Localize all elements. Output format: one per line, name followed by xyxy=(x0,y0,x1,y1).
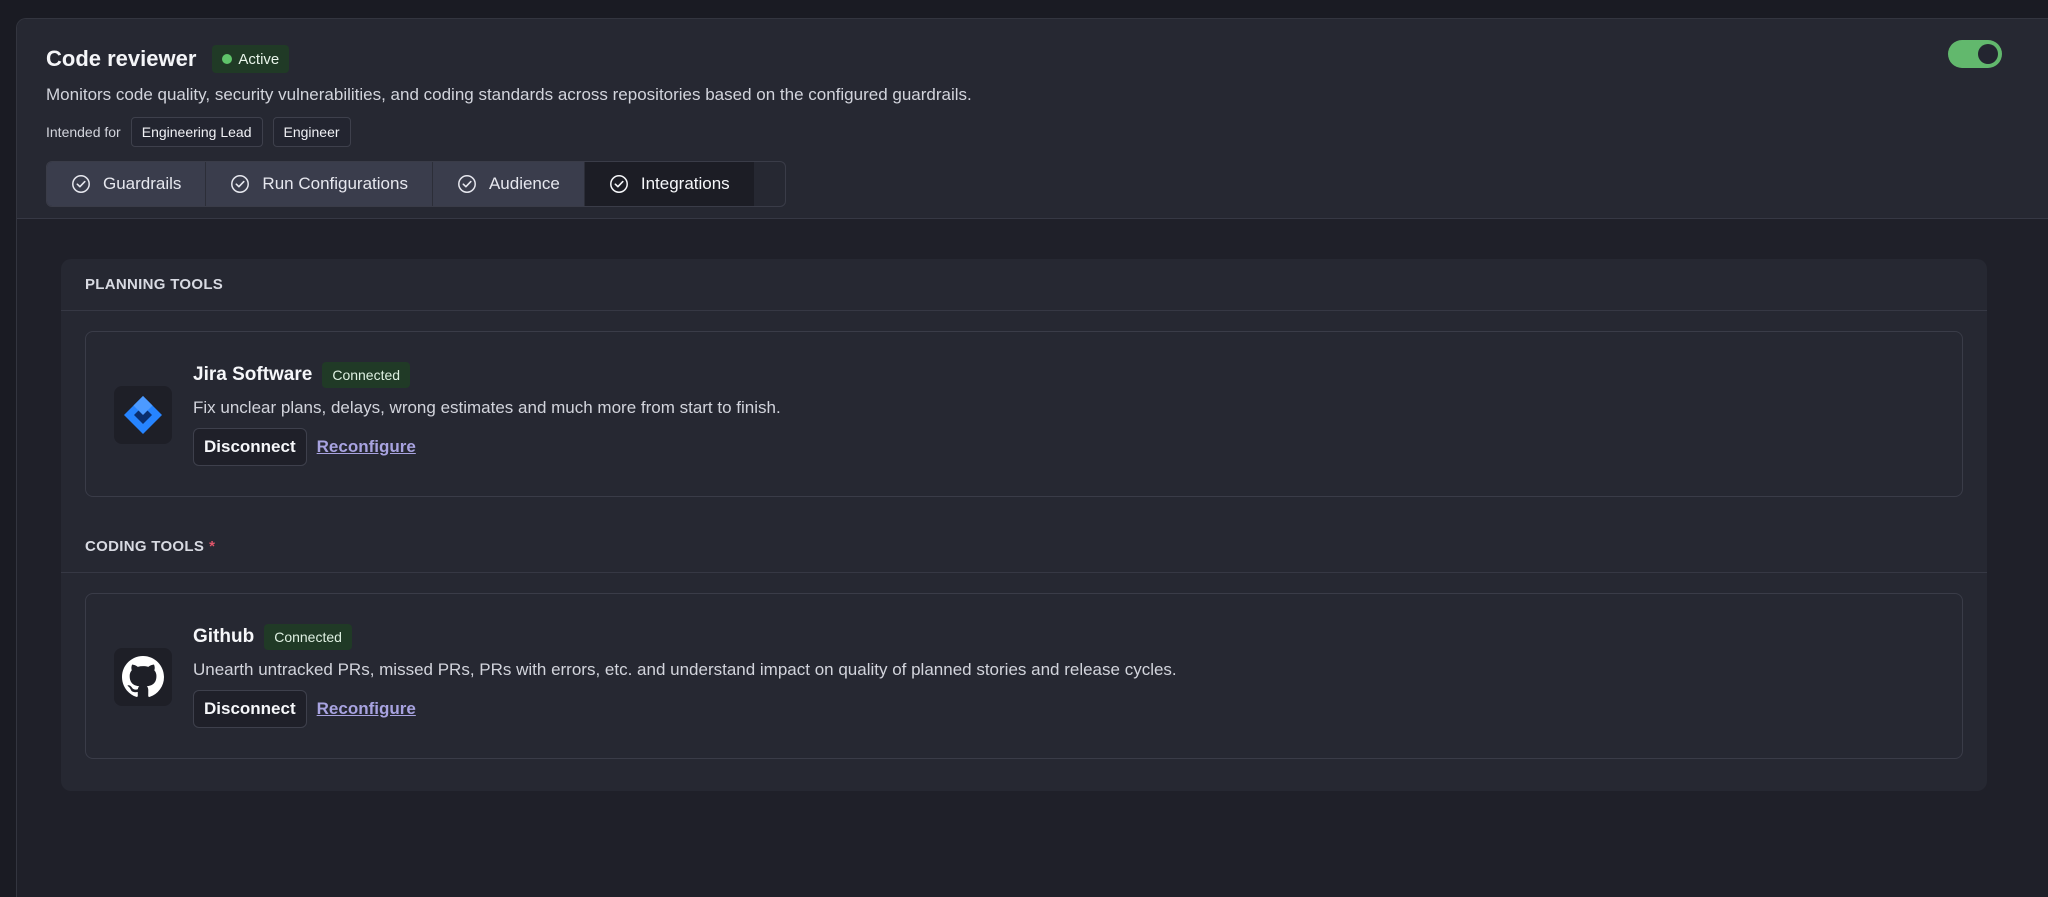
check-circle-icon xyxy=(609,175,628,193)
integrations-panel: PLANNING TOOLS Jira Software Connected F… xyxy=(61,259,1987,791)
intended-for-label: Intended for xyxy=(46,124,121,140)
integration-card-body: Github Connected Unearth untracked PRs, … xyxy=(193,622,1177,728)
intended-for-row: Intended for Engineering Lead Engineer xyxy=(46,117,2048,147)
role-chip-engineer: Engineer xyxy=(272,117,351,147)
agent-header: Code reviewer Active Monitors code quali… xyxy=(17,19,2048,219)
tab-audience[interactable]: Audience xyxy=(432,162,585,206)
role-chip-engineering-lead: Engineering Lead xyxy=(130,117,263,147)
tab-guardrails[interactable]: Guardrails xyxy=(47,162,207,206)
section-heading-coding-tools: CODING TOOLS * xyxy=(61,521,1987,573)
github-logo-svg xyxy=(122,656,164,697)
check-circle-icon xyxy=(72,175,90,193)
integration-actions: Disconnect Reconfigure xyxy=(193,428,781,466)
reconfigure-link[interactable]: Reconfigure xyxy=(317,437,416,457)
jira-logo-icon xyxy=(114,386,172,444)
integration-card-body: Jira Software Connected Fix unclear plan… xyxy=(193,360,781,466)
github-logo-icon xyxy=(114,648,172,706)
check-circle-icon xyxy=(231,175,250,193)
tab-label: Run Configurations xyxy=(262,174,408,193)
check-circle-icon xyxy=(458,175,476,193)
reconfigure-link[interactable]: Reconfigure xyxy=(317,699,416,719)
section-heading-label: CODING TOOLS xyxy=(85,538,205,555)
section-heading-label: PLANNING TOOLS xyxy=(85,276,224,293)
title-row: Code reviewer Active xyxy=(46,43,2048,75)
tab-label: Integrations xyxy=(640,174,730,193)
connected-badge: Connected xyxy=(264,624,352,650)
status-badge: Active xyxy=(212,45,290,73)
page-title: Code reviewer xyxy=(46,46,197,71)
tab-run-configurations[interactable]: Run Configurations xyxy=(206,162,433,206)
integration-description: Unearth untracked PRs, missed PRs, PRs w… xyxy=(193,660,1177,679)
integration-title-row: Jira Software Connected xyxy=(193,360,781,390)
integration-actions: Disconnect Reconfigure xyxy=(193,690,1177,728)
tab-label: Guardrails xyxy=(103,174,182,193)
disconnect-button[interactable]: Disconnect xyxy=(193,690,307,728)
tab-label: Audience xyxy=(488,174,560,193)
required-mark: * xyxy=(209,538,216,555)
integration-name: Jira Software xyxy=(193,364,313,385)
toggle-knob xyxy=(1978,44,1998,64)
integration-card-github: Github Connected Unearth untracked PRs, … xyxy=(85,593,1963,759)
status-badge-label: Active xyxy=(238,50,280,68)
agent-config-page: Code reviewer Active Monitors code quali… xyxy=(16,18,2048,897)
agent-enabled-toggle[interactable] xyxy=(1948,40,2002,68)
agent-description: Monitors code quality, security vulnerab… xyxy=(46,85,972,104)
config-tabs: Guardrails Run Configurations Audience I… xyxy=(46,161,786,207)
jira-logo-svg xyxy=(124,396,162,434)
section-heading-planning-tools: PLANNING TOOLS xyxy=(61,259,1987,311)
integration-card-jira: Jira Software Connected Fix unclear plan… xyxy=(85,331,1963,497)
disconnect-button[interactable]: Disconnect xyxy=(193,428,307,466)
integration-name: Github xyxy=(193,626,255,647)
integration-description: Fix unclear plans, delays, wrong estimat… xyxy=(193,398,781,417)
tab-integrations[interactable]: Integrations xyxy=(584,162,754,206)
status-dot-icon xyxy=(222,54,233,64)
connected-badge: Connected xyxy=(322,362,411,388)
integration-title-row: Github Connected xyxy=(193,622,1177,652)
